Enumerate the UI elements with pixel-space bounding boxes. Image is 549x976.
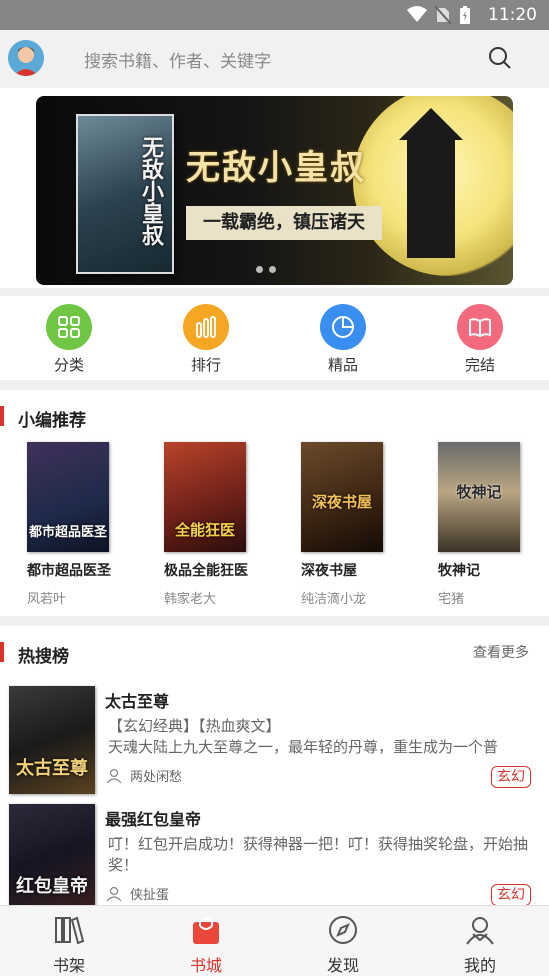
bars-icon bbox=[183, 304, 229, 350]
bookshelf-icon bbox=[51, 912, 87, 948]
book-card[interactable]: 都市超品医圣 都市超品医圣 风若叶 bbox=[27, 442, 137, 607]
book-card[interactable]: 牧神记 牧神记 宅猪 bbox=[438, 442, 548, 607]
category-classify[interactable]: 分类 bbox=[29, 304, 109, 375]
promo-banner[interactable]: 无敌小皇叔 无敌小皇叔 一载霸绝，镇压诸天 bbox=[36, 96, 513, 285]
carousel-dot bbox=[256, 266, 263, 273]
category-label: 排行 bbox=[190, 356, 221, 374]
section-accent-bar bbox=[0, 406, 4, 426]
status-icons bbox=[407, 6, 471, 24]
section-header: 热搜榜 查看更多 bbox=[0, 626, 549, 667]
user-avatar-icon bbox=[8, 40, 44, 76]
book-title: 最强红包皇帝 bbox=[105, 810, 202, 829]
category-label: 分类 bbox=[53, 356, 84, 374]
search-input[interactable]: 搜索书籍、作者、关键字 bbox=[84, 47, 271, 72]
no-sim-icon bbox=[435, 6, 451, 24]
castle-graphic bbox=[399, 108, 463, 258]
banner-title: 无敌小皇叔 bbox=[186, 148, 366, 188]
cover-title: 红包皇帝 bbox=[16, 876, 88, 897]
book-title: 深夜书屋 bbox=[301, 563, 357, 579]
cover-title: 全能狂医 bbox=[174, 521, 235, 539]
book-author: 侠扯蛋 bbox=[130, 888, 170, 903]
book-author: 风若叶 bbox=[27, 592, 67, 607]
tab-label: 发现 bbox=[326, 956, 359, 975]
book-title: 牧神记 bbox=[438, 563, 480, 579]
section-header: 小编推荐 bbox=[0, 390, 549, 431]
section-accent-bar bbox=[0, 642, 4, 662]
book-cover: 红包皇帝 bbox=[9, 804, 95, 905]
book-card[interactable]: 全能狂医 极品全能狂医 韩家老大 bbox=[164, 442, 274, 607]
book-author-row: 侠扯蛋 bbox=[106, 884, 169, 903]
hot-search-section: 热搜榜 查看更多 太古至尊 太古至尊 【玄幻经典】【热血爽文】 天魂大陆上九大至… bbox=[0, 626, 549, 905]
book-author: 宅猪 bbox=[438, 592, 465, 607]
section-title: 热搜榜 bbox=[18, 647, 69, 667]
book-author: 纯洁滴小龙 bbox=[301, 592, 367, 607]
book-cover: 太古至尊 bbox=[9, 686, 95, 794]
book-cover: 牧神记 bbox=[438, 442, 520, 552]
book-author-row: 两处闲愁 bbox=[106, 766, 182, 785]
tab-label: 书城 bbox=[189, 956, 222, 975]
book-description: 叮！红包开启成功！获得神器一把！叮！获得抽奖轮盘，开始抽奖！ bbox=[108, 835, 529, 874]
clock: 11:20 bbox=[488, 5, 537, 25]
banner-book-cover: 无敌小皇叔 bbox=[76, 114, 174, 274]
genre-tag: 玄幻 bbox=[491, 884, 531, 905]
person-icon bbox=[106, 768, 122, 783]
genre-tag: 玄幻 bbox=[491, 766, 531, 788]
pie-icon bbox=[320, 304, 366, 350]
category-label: 完结 bbox=[464, 356, 495, 374]
cover-title: 牧神记 bbox=[456, 483, 502, 501]
category-premium[interactable]: 精品 bbox=[303, 304, 383, 375]
status-bar: 11:20 bbox=[0, 0, 549, 30]
book-author: 两处闲愁 bbox=[130, 770, 183, 785]
person-icon bbox=[106, 886, 122, 901]
tab-discover[interactable]: 发现 bbox=[303, 912, 383, 976]
cover-title: 深夜书屋 bbox=[311, 493, 372, 511]
bookstore-bag-icon bbox=[188, 912, 224, 948]
banner-cover-text: 无敌小皇叔 bbox=[138, 136, 163, 246]
search-bar: 搜索书籍、作者、关键字 bbox=[0, 30, 549, 88]
battery-icon bbox=[460, 6, 470, 24]
compass-icon bbox=[325, 912, 361, 948]
book-card[interactable]: 深夜书屋 深夜书屋 纯洁滴小龙 bbox=[301, 442, 411, 607]
tab-label: 我的 bbox=[463, 956, 496, 975]
book-title: 都市超品医圣 bbox=[27, 563, 111, 579]
search-button[interactable] bbox=[487, 45, 513, 71]
carousel-dot bbox=[269, 266, 276, 273]
banner-section: 无敌小皇叔 无敌小皇叔 一载霸绝，镇压诸天 bbox=[0, 88, 549, 288]
category-completed[interactable]: 完结 bbox=[440, 304, 520, 375]
carousel-dots bbox=[256, 266, 276, 273]
book-cover: 全能狂医 bbox=[164, 442, 246, 552]
cover-title: 太古至尊 bbox=[16, 758, 88, 779]
book-title: 极品全能狂医 bbox=[164, 563, 248, 579]
book-author: 韩家老大 bbox=[164, 592, 217, 607]
view-more-link[interactable]: 查看更多 bbox=[473, 642, 529, 662]
tab-profile[interactable]: 我的 bbox=[440, 912, 520, 976]
tab-bookstore[interactable]: 书城 bbox=[166, 912, 246, 976]
grid-icon bbox=[46, 304, 92, 350]
tab-label: 书架 bbox=[52, 956, 85, 975]
section-title: 小编推荐 bbox=[18, 411, 86, 431]
book-title: 太古至尊 bbox=[105, 692, 170, 711]
bottom-tab-bar: 书架 书城 发现 我的 bbox=[0, 905, 549, 976]
banner-subtitle: 一载霸绝，镇压诸天 bbox=[186, 206, 382, 240]
avatar[interactable] bbox=[8, 40, 44, 76]
hot-book-item[interactable]: 太古至尊 太古至尊 【玄幻经典】【热血爽文】 天魂大陆上九大至尊之一，最年轻的丹… bbox=[0, 686, 549, 802]
cover-title: 都市超品医圣 bbox=[28, 525, 107, 540]
category-row: 分类 排行 精品 完结 bbox=[0, 296, 549, 380]
category-label: 精品 bbox=[327, 356, 358, 374]
profile-icon bbox=[462, 912, 498, 948]
wifi-icon bbox=[407, 6, 427, 22]
search-icon bbox=[489, 47, 511, 69]
category-ranking[interactable]: 排行 bbox=[166, 304, 246, 375]
editor-picks-section: 小编推荐 都市超品医圣 都市超品医圣 风若叶 全能狂医 极品全能狂医 韩家老大 … bbox=[0, 390, 549, 616]
book-icon bbox=[457, 304, 503, 350]
hot-book-item[interactable]: 红包皇帝 最强红包皇帝 叮！红包开启成功！获得神器一把！叮！获得抽奖轮盘，开始抽… bbox=[0, 804, 549, 905]
book-cover: 都市超品医圣 bbox=[27, 442, 109, 552]
tab-bookshelf[interactable]: 书架 bbox=[29, 912, 109, 976]
book-cover: 深夜书屋 bbox=[301, 442, 383, 552]
book-description: 【玄幻经典】【热血爽文】 天魂大陆上九大至尊之一，最年轻的丹尊，重生成为一个普 bbox=[108, 717, 499, 756]
